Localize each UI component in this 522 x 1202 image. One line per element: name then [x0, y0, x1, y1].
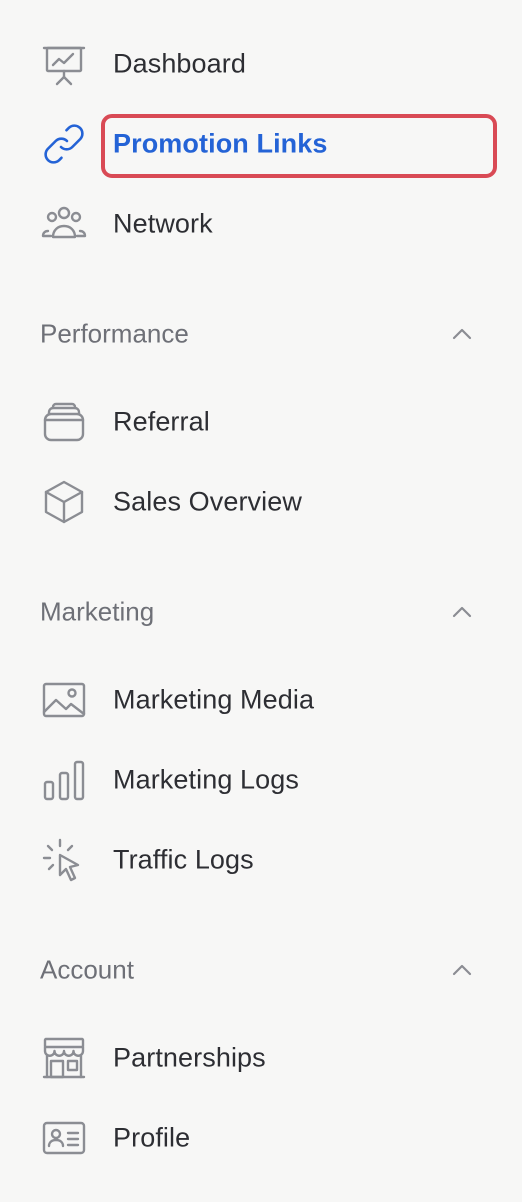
cursor-click-icon — [40, 836, 88, 884]
sidebar-item-label: Referral — [113, 406, 210, 437]
section-title: Performance — [40, 318, 189, 349]
sidebar-item-marketing-logs[interactable]: Marketing Logs — [0, 750, 522, 810]
sidebar-item-dashboard[interactable]: Dashboard — [0, 34, 522, 94]
sidebar-item-network[interactable]: Network — [0, 194, 522, 254]
link-icon — [40, 120, 88, 168]
sidebar-item-marketing-media[interactable]: Marketing Media — [0, 670, 522, 730]
sidebar-item-promotion-links[interactable]: Promotion Links — [0, 114, 522, 174]
chevron-up-icon[interactable] — [448, 598, 476, 626]
sidebar-item-label: Marketing Logs — [113, 764, 299, 795]
stack-icon — [40, 398, 88, 446]
section-header-marketing[interactable]: Marketing — [0, 587, 522, 637]
sidebar-item-label: Network — [113, 208, 213, 239]
chevron-up-icon[interactable] — [448, 956, 476, 984]
sidebar-item-label: Profile — [113, 1122, 191, 1153]
id-card-icon — [40, 1114, 88, 1162]
sidebar-item-label: Marketing Media — [113, 684, 315, 715]
cube-icon — [40, 478, 88, 526]
users-group-icon — [40, 200, 88, 248]
sidebar-item-label: Sales Overview — [113, 486, 302, 517]
sidebar-item-sales-overview[interactable]: Sales Overview — [0, 472, 522, 532]
sidebar-item-referral[interactable]: Referral — [0, 392, 522, 452]
storefront-icon — [40, 1034, 88, 1082]
sidebar-item-label: Promotion Links — [113, 128, 328, 159]
sidebar-item-partnerships[interactable]: Partnerships — [0, 1028, 522, 1088]
image-icon — [40, 676, 88, 724]
sidebar-item-label: Partnerships — [113, 1042, 266, 1073]
sidebar-item-label: Traffic Logs — [113, 844, 254, 875]
section-header-account[interactable]: Account — [0, 945, 522, 995]
section-title: Marketing — [40, 596, 155, 627]
sidebar-item-profile[interactable]: Profile — [0, 1108, 522, 1168]
sidebar-item-traffic-logs[interactable]: Traffic Logs — [0, 830, 522, 890]
bar-chart-icon — [40, 756, 88, 804]
sidebar: Dashboard Promotion Links Network Perfor… — [0, 0, 522, 1202]
section-header-performance[interactable]: Performance — [0, 309, 522, 359]
chevron-up-icon[interactable] — [448, 320, 476, 348]
sidebar-item-label: Dashboard — [113, 48, 246, 79]
presentation-chart-icon — [40, 40, 88, 88]
section-title: Account — [40, 954, 134, 985]
